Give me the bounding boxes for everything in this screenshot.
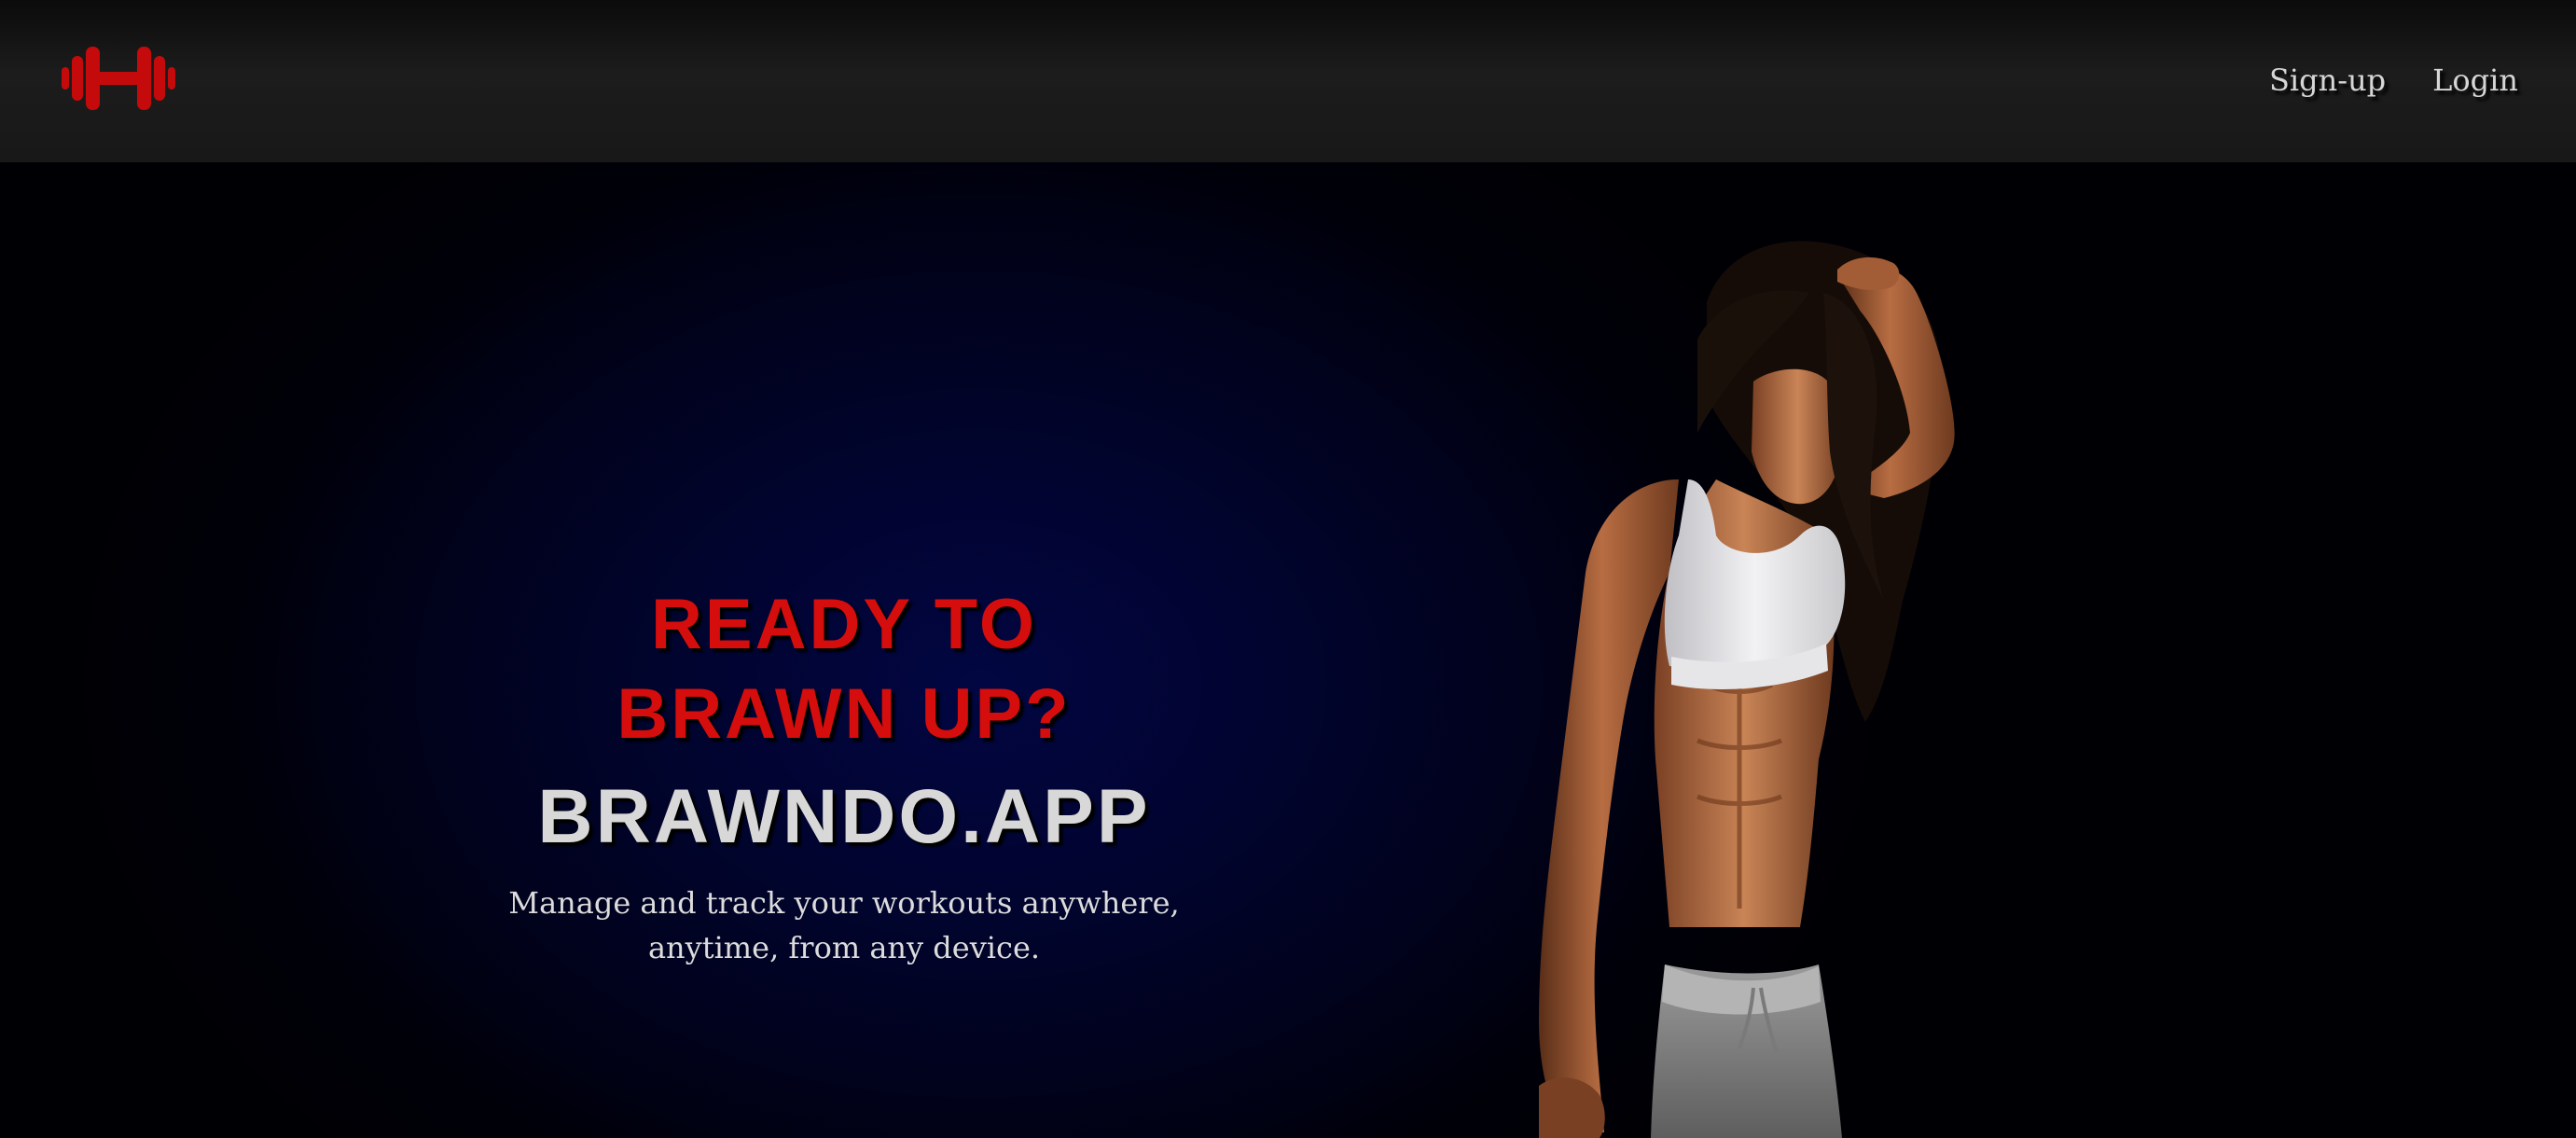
dumbbell-icon[interactable] [62,45,175,112]
tagline-line-1: Manage and track your workouts anywhere, [508,885,1180,921]
hero-text: READY TO BRAWN UP? BRAWNDO.APP Manage an… [448,580,1240,970]
woman-athlete-photo [1399,162,2145,1138]
navbar: Sign-up Login [0,0,2576,162]
headline: READY TO BRAWN UP? [448,580,1240,759]
brand-name: BRAWNDO.APP [537,774,1151,859]
tagline: Manage and track your workouts anywhere,… [490,881,1198,970]
headline-line-1: READY TO [651,585,1037,664]
signup-link[interactable]: Sign-up [2269,58,2386,103]
nav-links: Sign-up Login [2269,58,2518,103]
hero-section: READY TO BRAWN UP? BRAWNDO.APP Manage an… [0,162,2576,1138]
login-link[interactable]: Login [2432,58,2518,103]
tagline-line-2: anytime, from any device. [647,930,1041,965]
headline-line-2: BRAWN UP? [616,674,1072,754]
